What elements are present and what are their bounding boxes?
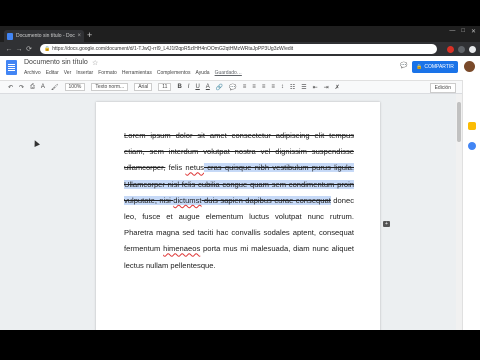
clear-formatting-icon[interactable]: ✗ [335,84,340,91]
scrollbar-thumb[interactable] [457,102,461,142]
browser-toolbar: ← → ⟳ 🔒 https://docs.google.com/document… [0,42,480,56]
text-run: dictumst [173,195,202,205]
align-justify-icon[interactable]: ≡ [271,84,275,90]
menu-insertar[interactable]: Insertar [76,70,93,76]
link-icon[interactable]: 🔗 [216,84,223,91]
align-center-icon[interactable]: ≡ [252,84,256,90]
side-panel [462,80,480,330]
docs-app: Documento sin título ☆ Archivo Editar Ve… [0,56,480,330]
minimize-icon[interactable]: — [449,28,455,35]
address-bar-url: https://docs.google.com/document/d/1-TJw… [52,46,294,52]
decrease-indent-icon[interactable]: ⇤ [313,84,318,91]
spellcheck-icon[interactable]: A [41,84,45,90]
increase-indent-icon[interactable]: ⇥ [324,84,329,91]
text-run: felis [165,163,186,173]
star-icon[interactable]: ☆ [92,59,98,67]
reload-icon[interactable]: ⟳ [24,45,34,53]
browser-tab-title: Documento sin título - Docum [16,33,76,39]
lock-icon: 🔒 [44,46,51,52]
address-bar[interactable]: 🔒 https://docs.google.com/document/d/1-T… [40,44,437,54]
menu-bar: Archivo Editar Ver Insertar Formato Herr… [24,70,242,76]
redo-icon[interactable]: ↷ [19,84,24,91]
text-run: netus [185,163,204,173]
tasks-icon[interactable] [468,142,476,150]
menu-ayuda[interactable]: Ayuda [196,70,210,76]
style-select[interactable]: Texto norm... [91,83,129,91]
paint-format-icon[interactable]: 🖌 [51,84,59,91]
docs-favicon-icon [7,32,13,40]
tab-close-icon[interactable]: × [77,33,81,39]
share-lock-icon: 🔒 [416,64,423,70]
add-comment-float-icon[interactable]: + [383,221,390,227]
share-button[interactable]: 🔒 COMPARTIR [412,61,458,73]
align-right-icon[interactable]: ≡ [262,84,266,90]
document-page[interactable]: Lorem ipsum dolor sit amet consectetur a… [96,102,380,330]
numbered-list-icon[interactable]: ☷ [290,84,295,91]
zoom-select[interactable]: 100% [64,83,86,91]
document-canvas: Lorem ipsum dolor sit amet consectetur a… [0,94,462,330]
avatar[interactable] [464,61,475,72]
extension-icon[interactable] [447,45,454,53]
text-run: himenaeos [163,244,201,254]
maximize-icon[interactable]: □ [461,28,465,35]
save-status[interactable]: Guardado… [215,70,242,76]
editing-mode-select[interactable]: Edición [429,83,456,93]
bulleted-list-icon[interactable]: ☰ [301,84,306,91]
new-tab-button[interactable]: + [87,31,92,40]
line-spacing-icon[interactable]: ↕ [281,84,284,90]
font-select[interactable]: Arial [134,83,153,91]
italic-button[interactable]: I [188,84,190,90]
text-color-button[interactable]: A [206,84,210,90]
menu-herramientas[interactable]: Herramientas [122,70,152,76]
font-size-select[interactable]: 11 [158,83,172,91]
bold-button[interactable]: B [177,84,181,90]
back-icon[interactable]: ← [4,46,14,53]
share-label: COMPARTIR [424,64,454,70]
menu-ver[interactable]: Ver [64,70,72,76]
browser-tab[interactable]: Documento sin título - Docum × [4,30,84,42]
docs-logo-icon[interactable] [6,60,17,75]
menu-complementos[interactable]: Complementos [157,70,191,76]
profile-icon[interactable] [469,45,476,53]
formatting-toolbar: ↶ ↷ ⎙ A 🖌 100% Texto norm... Arial 11 B … [0,80,480,94]
document-body[interactable]: Lorem ipsum dolor sit amet consectetur a… [124,128,354,274]
close-window-icon[interactable]: ✕ [471,28,476,35]
window-controls: — □ ✕ [449,28,476,35]
extension-icon[interactable] [458,45,465,53]
menu-archivo[interactable]: Archivo [24,70,41,76]
menu-editar[interactable]: Editar [46,70,59,76]
docs-header: Documento sin título ☆ Archivo Editar Ve… [0,56,480,80]
print-icon[interactable]: ⎙ [30,84,35,91]
text-run: duis sapien dapibus curae consequat [201,195,331,205]
screen: Documento sin título - Docum × + — □ ✕ ←… [0,0,480,360]
underline-button[interactable]: U [195,84,199,90]
keep-icon[interactable] [468,122,476,130]
forward-icon[interactable]: → [14,46,24,53]
align-left-icon[interactable]: ≡ [243,84,247,90]
menu-formato[interactable]: Formato [98,70,117,76]
undo-icon[interactable]: ↶ [8,84,13,91]
add-comment-icon[interactable]: 💬 [229,84,236,91]
comments-icon[interactable]: 💬 [400,62,407,69]
document-title[interactable]: Documento sin título [24,59,88,66]
